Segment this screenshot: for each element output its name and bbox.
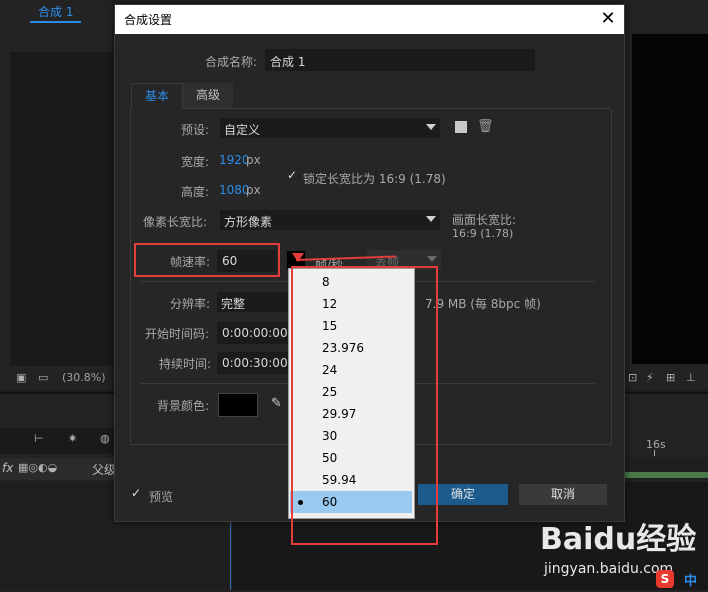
width-value[interactable]: 1920 bbox=[219, 153, 250, 167]
close-icon[interactable]: ✕ bbox=[596, 7, 620, 31]
motion-blur-icon[interactable]: ◍ bbox=[100, 432, 110, 445]
tab-basic[interactable]: 基本 bbox=[131, 83, 183, 109]
comp-tab[interactable]: 合成 1 bbox=[30, 3, 82, 23]
timeline-ruler[interactable]: 16s bbox=[624, 436, 708, 456]
start-timecode-field[interactable]: 0:00:00:00 bbox=[217, 322, 291, 344]
width-unit: px bbox=[246, 153, 261, 167]
fx-icon[interactable]: fx bbox=[2, 461, 13, 475]
switches-icon[interactable]: ▦◎◐◒ bbox=[18, 461, 57, 474]
monitor-icon[interactable]: ▭ bbox=[38, 371, 48, 384]
baidu-watermark-logo: Baidu经验 bbox=[540, 522, 697, 557]
chevron-down-icon bbox=[427, 256, 437, 262]
grid-icon[interactable]: ⊞ bbox=[666, 371, 675, 384]
preset-label: 预设: bbox=[181, 123, 210, 137]
frame-aspect-label: 画面长宽比: bbox=[452, 213, 517, 227]
pixel-aspect-label: 像素长宽比: bbox=[143, 215, 208, 229]
preset-dropdown[interactable]: 自定义 bbox=[220, 118, 440, 138]
lock-aspect-checkbox[interactable]: ✓ bbox=[287, 168, 297, 182]
height-label: 高度: bbox=[181, 185, 210, 199]
cancel-button[interactable]: 取消 bbox=[519, 484, 607, 505]
preview-checkbox[interactable]: ✓ bbox=[131, 486, 141, 500]
ime-mode-indicator[interactable]: 中 bbox=[684, 570, 697, 589]
right-status-bar: ⊡ ⚡ ⊞ ⊥ bbox=[624, 366, 708, 390]
project-panel-content bbox=[10, 52, 113, 382]
height-unit: px bbox=[246, 183, 261, 197]
preview-label: 预览 bbox=[149, 490, 174, 504]
baidu-watermark-url: jingyan.baidu.com bbox=[544, 561, 674, 577]
draft-3d-icon[interactable]: ✷ bbox=[68, 432, 77, 445]
comp-name-label: 合成名称: bbox=[205, 55, 258, 69]
comp-name-field[interactable]: 合成 1 bbox=[265, 49, 535, 71]
viewer-canvas bbox=[632, 34, 708, 364]
project-panel bbox=[0, 24, 113, 390]
duration-field[interactable]: 0:00:30:00 bbox=[217, 352, 291, 374]
sogou-ime-icon[interactable]: S bbox=[656, 570, 674, 588]
flowchart-icon[interactable]: ⊥ bbox=[686, 371, 696, 384]
resolution-dropdown[interactable]: 完整 bbox=[217, 292, 289, 312]
chevron-down-icon bbox=[426, 124, 436, 130]
left-status-bar: ▣ ▭ (30.8%) bbox=[0, 366, 113, 390]
parent-column-label: 父级 bbox=[92, 463, 117, 477]
start-timecode-label: 开始时间码: bbox=[145, 327, 210, 341]
zoom-level[interactable]: (30.8%) bbox=[62, 371, 106, 384]
bg-color-swatch[interactable] bbox=[218, 393, 258, 417]
frame-aspect-value: 16:9 (1.78) bbox=[452, 227, 514, 240]
bg-color-label: 背景颜色: bbox=[157, 399, 210, 413]
width-label: 宽度: bbox=[181, 155, 210, 169]
snapshot-icon[interactable]: ▣ bbox=[16, 371, 26, 384]
save-preset-icon[interactable] bbox=[455, 121, 467, 133]
annotation-box-frame-rate bbox=[134, 243, 280, 277]
lock-aspect-label: 锁定长宽比为 16:9 (1.78) bbox=[303, 172, 446, 186]
pixel-aspect-dropdown[interactable]: 方形像素 bbox=[220, 210, 440, 230]
annotation-box-options bbox=[291, 266, 438, 545]
eyedropper-icon[interactable]: ✎ bbox=[271, 396, 282, 411]
fast-preview-icon[interactable]: ⚡ bbox=[646, 371, 654, 384]
tab-advanced[interactable]: 高级 bbox=[183, 83, 233, 108]
channel-icon[interactable]: ⊡ bbox=[628, 371, 637, 384]
chevron-down-icon bbox=[426, 216, 436, 222]
viewer-panel bbox=[624, 24, 708, 390]
resolution-label: 分辨率: bbox=[170, 297, 211, 311]
duration-label: 持续时间: bbox=[159, 357, 212, 371]
dialog-titlebar: 合成设置 ✕ bbox=[115, 5, 624, 34]
layer-bar[interactable] bbox=[624, 472, 708, 478]
resolution-info: 7.9 MB (每 8bpc 帧) bbox=[425, 297, 541, 311]
height-value[interactable]: 1080 bbox=[219, 183, 250, 197]
dialog-title: 合成设置 bbox=[124, 13, 173, 27]
trash-icon[interactable]: 🗑 bbox=[477, 119, 494, 134]
comp-flowchart-icon[interactable]: ⊢ bbox=[34, 432, 44, 445]
